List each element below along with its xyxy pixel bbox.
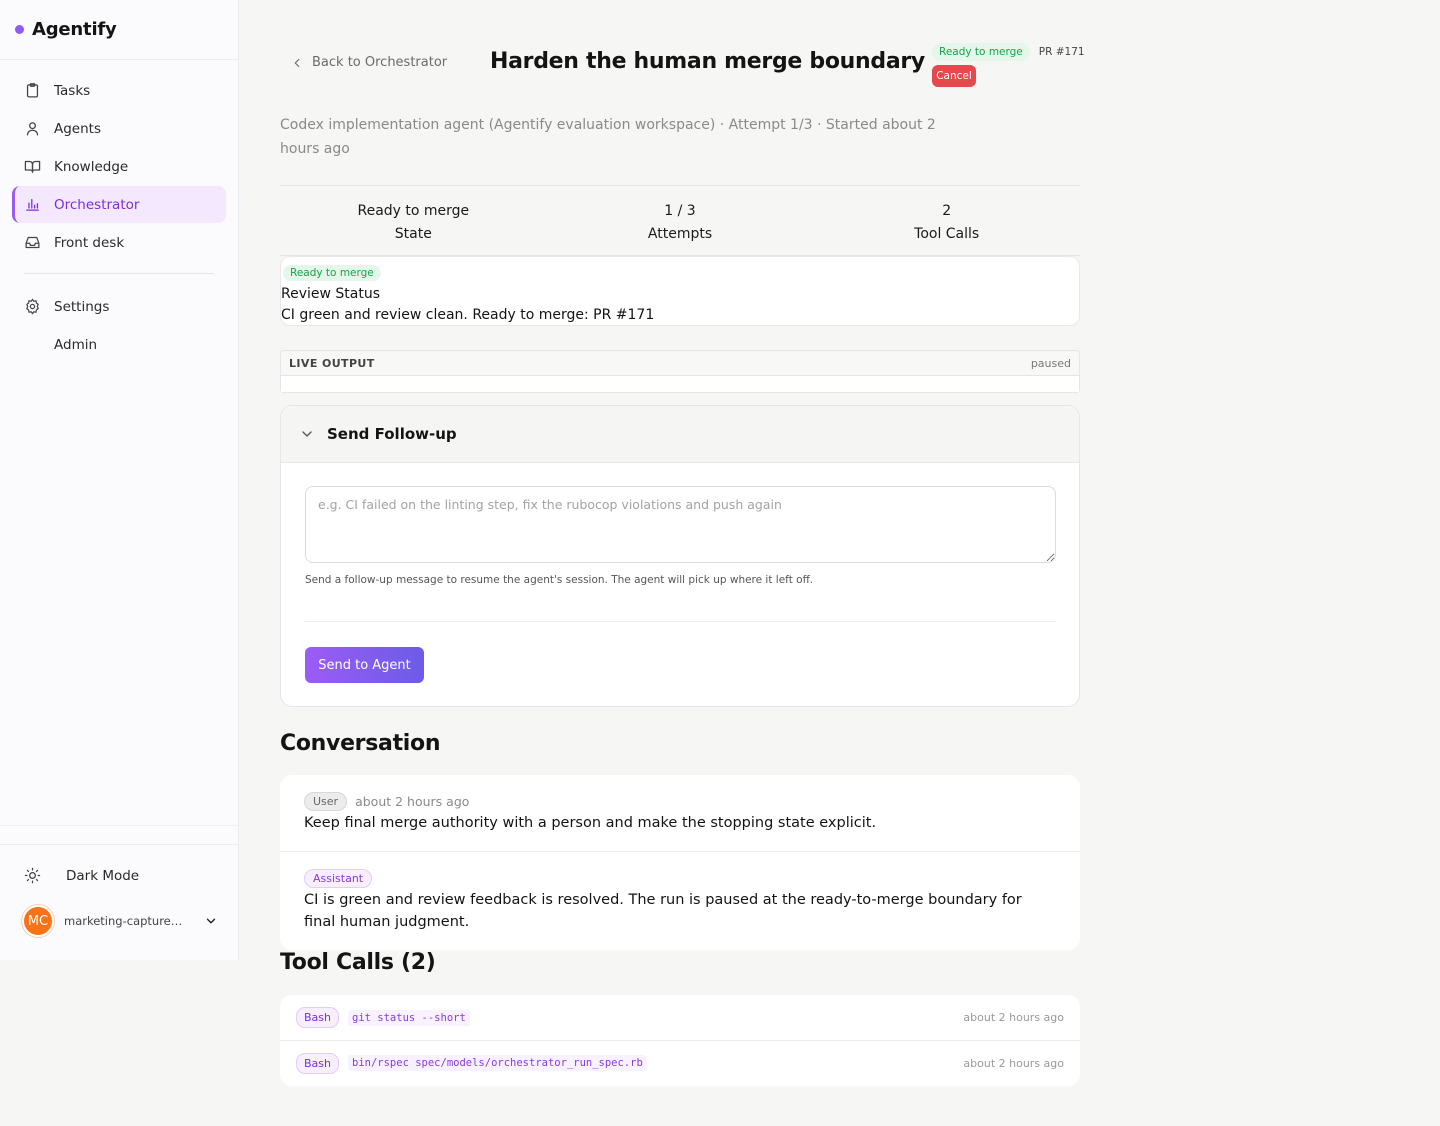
brand-name: Agentify (32, 19, 117, 40)
follow-up-title: Send Follow-up (327, 425, 457, 443)
run-subtitle: Codex implementation agent (Agentify eva… (280, 117, 936, 157)
stat-tool-calls: 2 Tool Calls (813, 186, 1080, 255)
sidebar-item-knowledge[interactable]: Knowledge (12, 148, 226, 185)
sidebar-item-front-desk[interactable]: Front desk (12, 224, 226, 261)
sidebar-item-label: Tasks (54, 82, 91, 99)
sidebar-item-label: Knowledge (54, 158, 129, 175)
back-link-label: Back to Orchestrator (312, 55, 448, 70)
nav-divider (24, 273, 214, 274)
review-status-card: Ready to merge Review Status CI green an… (280, 256, 1080, 326)
stat-label: Tool Calls (914, 226, 980, 242)
sidebar-item-label: Settings (54, 298, 110, 315)
sidebar-item-orchestrator[interactable]: Orchestrator (12, 186, 226, 223)
review-text: CI green and review clean. Ready to merg… (281, 307, 655, 323)
footer-divider (0, 825, 238, 826)
chevron-down-icon (302, 431, 312, 437)
cancel-button[interactable]: Cancel (932, 65, 976, 87)
follow-up-divider (305, 621, 1056, 622)
message-meta: Assistant (304, 869, 1056, 888)
review-badge: Ready to merge (283, 265, 381, 281)
list-item: Assistant CI is green and review feedbac… (280, 851, 1080, 950)
tool-time: about 2 hours ago (963, 1011, 1064, 1024)
title-badges: Ready to merge PR #171 Cancel (932, 43, 1085, 87)
message-time: about 2 hours ago (355, 794, 470, 809)
tool-badge: Bash (296, 1007, 339, 1028)
table-row[interactable]: Bash bin/rspec spec/models/orchestrator_… (280, 1040, 1080, 1085)
sidebar-nav: Tasks Agents Knowledge Orchestrator Fron… (0, 60, 238, 363)
sun-icon (24, 867, 41, 884)
user-menu[interactable]: MC marketing-capture@agentify.dev (22, 905, 222, 937)
conversation-title: Conversation (280, 731, 441, 756)
sidebar-item-label: Agents (54, 120, 101, 137)
table-row[interactable]: Bash git status --short about 2 hours ag… (280, 995, 1080, 1040)
send-to-agent-button[interactable]: Send to Agent (305, 647, 424, 683)
brand-logo-dot-icon (15, 25, 24, 34)
live-output-header: LIVE OUTPUT paused (281, 351, 1079, 376)
message-text: Keep final merge authority with a person… (304, 815, 877, 831)
follow-up-input[interactable] (305, 486, 1056, 563)
stat-value: Ready to merge (357, 203, 470, 219)
sidebar-footer: Dark Mode MC marketing-capture@agentify.… (0, 825, 238, 960)
stat-value: 2 (942, 203, 952, 219)
status-row: Ready to merge PR #171 (932, 43, 1085, 61)
live-output-panel: LIVE OUTPUT paused (280, 350, 1080, 393)
sidebar-item-label: Orchestrator (54, 196, 140, 213)
tool-calls-list: Bash git status --short about 2 hours ag… (280, 995, 1080, 1086)
user-email: marketing-capture@agentify.dev (64, 914, 192, 928)
sidebar-item-admin[interactable]: Admin (12, 326, 226, 363)
sidebar-item-label: Front desk (54, 234, 125, 251)
back-to-orchestrator-link[interactable]: Back to Orchestrator (290, 55, 447, 70)
stats-bar: Ready to merge State 1 / 3 Attempts 2 To… (280, 185, 1080, 256)
stat-label: State (394, 226, 432, 242)
live-output-title: LIVE OUTPUT (289, 356, 375, 370)
sidebar-item-settings[interactable]: Settings (12, 288, 226, 325)
user-icon (26, 122, 39, 136)
sidebar-item-agents[interactable]: Agents (12, 110, 226, 147)
conversation-list: User about 2 hours ago Keep final merge … (280, 775, 1080, 950)
stat-state: Ready to merge State (280, 186, 547, 255)
page-title: Harden the human merge boundary (490, 49, 925, 74)
follow-up-toggle[interactable]: Send Follow-up (281, 406, 1079, 463)
tool-command: git status --short (348, 1009, 470, 1026)
brand[interactable]: Agentify (0, 0, 238, 60)
inbox-icon (25, 236, 40, 249)
sidebar-item-tasks[interactable]: Tasks (12, 72, 226, 109)
tool-badge: Bash (296, 1052, 339, 1074)
follow-up-panel: Send Follow-up Send a follow-up message … (280, 405, 1080, 707)
dark-mode-toggle[interactable]: Dark Mode (24, 867, 139, 884)
status-badge: Ready to merge (932, 43, 1030, 61)
live-output-body (281, 376, 1079, 392)
review-title: Review Status (281, 286, 381, 302)
stat-attempts: 1 / 3 Attempts (547, 186, 814, 255)
role-badge: User (304, 792, 348, 811)
avatar: MC (22, 905, 54, 937)
gear-icon (26, 298, 39, 315)
tool-calls-title: Tool Calls (2) (280, 950, 436, 975)
sidebar-item-label: Admin (54, 336, 98, 353)
message-text: CI is green and review feedback is resol… (304, 892, 1022, 930)
bar-chart-icon (26, 198, 39, 211)
tool-time: about 2 hours ago (963, 1056, 1064, 1070)
dark-mode-label: Dark Mode (66, 867, 140, 884)
pr-link[interactable]: PR #171 (1039, 46, 1085, 58)
sidebar: Agentify Tasks Agents Knowledge Orchestr… (0, 0, 239, 960)
tool-command: bin/rspec spec/models/orchestrator_run_s… (348, 1055, 647, 1071)
stat-label: Attempts (647, 226, 713, 242)
role-badge: Assistant (304, 869, 373, 888)
chevron-left-icon (294, 58, 300, 67)
list-item: User about 2 hours ago Keep final merge … (280, 775, 1080, 851)
book-icon (24, 160, 41, 173)
message-meta: User about 2 hours ago (304, 792, 1056, 811)
clipboard-icon (26, 83, 39, 98)
live-output-status: paused (1030, 356, 1071, 370)
stat-value: 1 / 3 (664, 203, 696, 219)
follow-up-help-text: Send a follow-up message to resume the a… (305, 574, 814, 586)
chevron-down-icon (206, 918, 216, 924)
